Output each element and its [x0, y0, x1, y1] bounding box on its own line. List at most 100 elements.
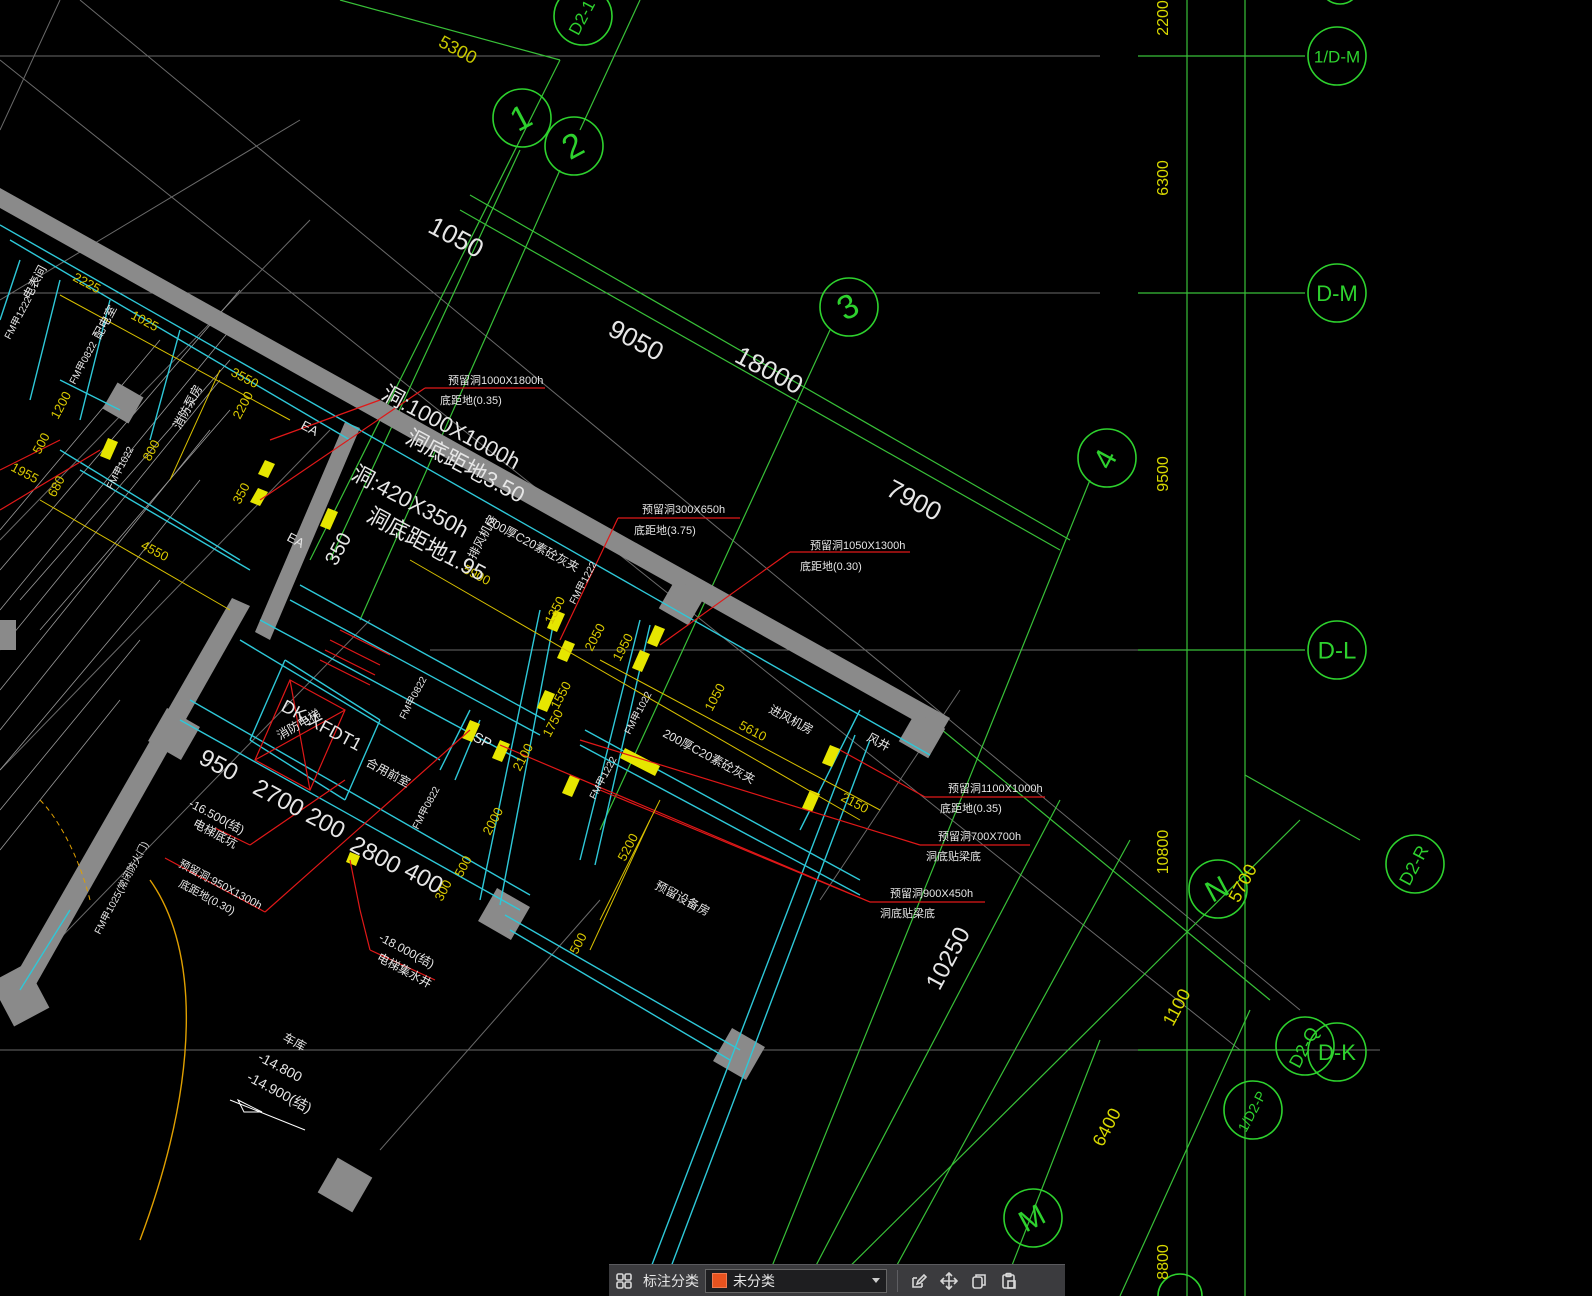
- note-top-2: 底距地(0.35): [440, 393, 502, 407]
- dim-inner-16: 1750: [539, 707, 566, 740]
- axis-bubble-2: 2: [544, 116, 604, 176]
- svg-text:D-L: D-L: [1318, 637, 1357, 664]
- toolbar-divider: [897, 1269, 898, 1292]
- dim-inner-12: 1350: [541, 594, 568, 627]
- dim-inner-22: 2000: [479, 805, 506, 838]
- dim-2700: 2700: [249, 774, 309, 823]
- dim-1050: 1050: [424, 210, 489, 264]
- copy-icon[interactable]: [964, 1266, 994, 1296]
- note-r3-2: 洞底贴梁底: [926, 849, 981, 863]
- svg-text:M: M: [1013, 1198, 1051, 1239]
- dim-9050: 9050: [604, 313, 669, 367]
- dim-right-8800: 8800: [1155, 1244, 1172, 1280]
- axis-bubble-1-d2-p: 1/D2-P: [1223, 1080, 1283, 1140]
- annotation-toolbar: 标注分类 未分类: [609, 1264, 1065, 1296]
- axis-bubble-1-d-m: 1/D-M: [1307, 26, 1367, 86]
- dim-inner-15: 1550: [547, 679, 574, 712]
- note-r4-2: 洞底贴梁底: [880, 906, 935, 920]
- dim-5700: 5700: [1224, 861, 1260, 906]
- dim-right-10800: 10800: [1155, 830, 1172, 875]
- door-tag-2: FM甲0822: [68, 340, 100, 387]
- dim-right-9500: 9500: [1155, 456, 1172, 492]
- category-dropdown[interactable]: 未分类: [705, 1268, 887, 1293]
- grid-view-icon[interactable]: [609, 1266, 639, 1296]
- dim-inner-13: 2050: [581, 621, 608, 654]
- category-value: 未分类: [733, 1273, 775, 1290]
- axis-bubble-d2-r: D2-R: [1385, 834, 1445, 894]
- dim-inner-18: 5610: [737, 717, 770, 744]
- dim-right-6300: 6300: [1155, 160, 1172, 196]
- dim-1100: 1100: [1159, 985, 1195, 1029]
- ramp-curve: [139, 879, 187, 1241]
- note-right-2: 底距地(0.30): [800, 559, 862, 573]
- concrete-note-2: 200厚C20素砼灰夹: [661, 726, 758, 786]
- svg-text:1/D2-P: 1/D2-P: [1235, 1088, 1270, 1134]
- svg-text:D2-R: D2-R: [1395, 842, 1432, 888]
- edit-icon[interactable]: [904, 1266, 934, 1296]
- move-icon[interactable]: [934, 1266, 964, 1296]
- dim-inner-6: 1955: [9, 459, 42, 486]
- note-top-1: 预留洞1000X1800h: [448, 374, 543, 387]
- note-right-1: 预留洞1050X1300h: [810, 539, 905, 552]
- cad-drawing[interactable]: D2-1 1 2 3 4 1/D-M D-M D-L D-K D2-R D2-Q: [0, 0, 1592, 1296]
- elevation-triangle: [236, 1098, 263, 1113]
- note-r4-1: 预留洞900X450h: [890, 887, 973, 900]
- dim-inner-17: 2100: [509, 741, 536, 774]
- dim-6400: 6400: [1088, 1105, 1124, 1150]
- axis-bubble-d2-1: D2-1: [553, 0, 613, 46]
- svg-text:1: 1: [504, 97, 539, 139]
- dim-inner-4: 1200: [47, 389, 74, 422]
- axis-bubble-4: 4: [1077, 428, 1137, 488]
- dim-inner-2: 3550: [229, 364, 262, 391]
- svg-text:2: 2: [556, 125, 591, 167]
- room-fire-pump: 消防泵房: [169, 382, 205, 431]
- note-r2-1: 预留洞1100X1000h: [948, 782, 1043, 795]
- chevron-down-icon: [872, 1278, 880, 1283]
- dim-200: 200: [302, 802, 350, 845]
- dim-inner-3: 2200: [229, 389, 256, 422]
- room-antechamber: 合用前室: [364, 754, 413, 790]
- note-mid-2: 底距地(3.75): [634, 523, 696, 537]
- dim-10250: 10250: [921, 923, 976, 995]
- svg-text:D2-1: D2-1: [565, 0, 599, 38]
- note-mid-1: 预留洞300X650h: [642, 503, 725, 516]
- dim-inner-23: 500: [451, 853, 474, 879]
- svg-text:D-M: D-M: [1316, 281, 1358, 306]
- door-tag-6: FM甲0822: [398, 675, 430, 722]
- room-air-shaft: 风井: [865, 730, 893, 754]
- dim-right-2200: 2200: [1155, 0, 1172, 36]
- category-label: 标注分类: [643, 1273, 699, 1290]
- note-r2-2: 底距地(0.35): [940, 801, 1002, 815]
- svg-text:4: 4: [1087, 444, 1124, 474]
- svg-text:D-K: D-K: [1318, 1040, 1356, 1065]
- svg-text:1/D-M: 1/D-M: [1314, 47, 1360, 66]
- room-reserved: 预留设备房: [653, 877, 713, 918]
- axis-bubble-d-l: D-L: [1307, 620, 1367, 680]
- dim-18000: 18000: [730, 340, 808, 400]
- axis-bubble-m: M: [1003, 1188, 1063, 1248]
- dim-2800: 2800: [346, 831, 406, 880]
- door-tag-4: FM甲0822: [411, 785, 443, 832]
- axis-bubble-3: 3: [819, 277, 879, 337]
- dim-350: 350: [321, 529, 356, 569]
- room-distribution: 配电室: [89, 303, 119, 342]
- category-color-swatch: [712, 1273, 727, 1288]
- door-tag-7: FM甲1022: [623, 690, 655, 737]
- dim-inner-1: 1025: [129, 307, 162, 334]
- dim-inner-20: 2150: [839, 789, 872, 816]
- door-tag-1: FM甲1222: [3, 295, 35, 342]
- axis-bubble-partial-top: [1326, 0, 1354, 5]
- paste-icon[interactable]: [994, 1266, 1024, 1296]
- svg-text:3: 3: [831, 286, 866, 328]
- dim-inner-10: 350: [229, 480, 252, 506]
- axis-bubble-1: 1: [492, 88, 552, 148]
- axis-lines: [309, 0, 1361, 1296]
- axis-bubble-d-m: D-M: [1307, 263, 1367, 323]
- note-r3-1: 预留洞700X700h: [938, 830, 1021, 843]
- dim-inner-14: 1950: [609, 631, 636, 664]
- room-intake-fan: 进风机房: [767, 701, 816, 737]
- dim-inner-19: 1050: [701, 681, 728, 714]
- cad-viewport[interactable]: D2-1 1 2 3 4 1/D-M D-M D-L D-K D2-R D2-Q: [0, 0, 1592, 1296]
- dim-7900: 7900: [882, 473, 947, 527]
- dim-inner-9: 500: [29, 430, 52, 456]
